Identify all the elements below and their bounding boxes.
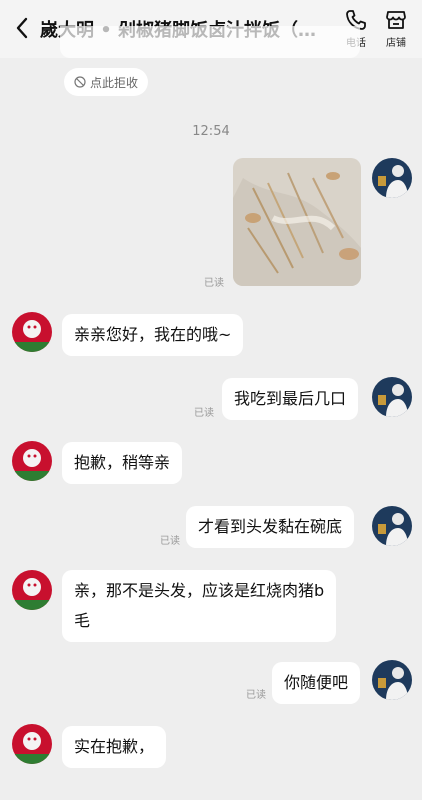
store-icon <box>386 11 406 29</box>
reject-receipt-button[interactable]: 点此拒收 <box>64 68 149 96</box>
shop-avatar[interactable] <box>12 724 52 764</box>
shop-avatar[interactable] <box>12 312 52 352</box>
incoming-message: 实在抱歉， <box>62 726 167 768</box>
store-label: 店铺 <box>386 38 406 49</box>
chevron-left-icon <box>16 17 28 39</box>
read-receipt: 已读 <box>246 690 266 701</box>
reject-receipt-label: 点此拒收 <box>90 75 139 90</box>
incoming-message: 抱歉，稍等亲 <box>62 442 183 484</box>
read-receipt: 已读 <box>204 278 224 289</box>
user-avatar[interactable] <box>372 506 412 546</box>
previous-message-bubble <box>60 26 360 58</box>
outgoing-message: 你随便吧 <box>272 662 361 704</box>
user-avatar[interactable] <box>372 660 412 700</box>
store-button[interactable]: 店铺 <box>376 8 416 52</box>
incoming-message: 亲亲您好，我在的哦~ <box>62 314 244 356</box>
incoming-message: 亲，那不是头发，应该是红烧肉猪b 毛 <box>62 570 337 642</box>
shop-avatar[interactable] <box>12 441 52 481</box>
read-receipt: 已读 <box>160 536 180 547</box>
read-receipt: 已读 <box>194 408 214 419</box>
shop-avatar[interactable] <box>12 570 52 610</box>
outgoing-message: 才看到头发黏在碗底 <box>186 506 355 548</box>
message-timestamp: 12:54 <box>192 124 230 139</box>
back-button[interactable] <box>10 14 34 42</box>
outgoing-message: 我吃到最后几口 <box>222 378 359 420</box>
user-avatar[interactable] <box>372 158 412 198</box>
block-icon <box>74 76 86 88</box>
sent-photo[interactable] <box>233 158 361 286</box>
incoming-message-line: 亲，那不是头发，应该是红烧肉猪b <box>74 581 325 600</box>
incoming-message-line: 毛 <box>74 611 91 630</box>
user-avatar[interactable] <box>372 377 412 417</box>
